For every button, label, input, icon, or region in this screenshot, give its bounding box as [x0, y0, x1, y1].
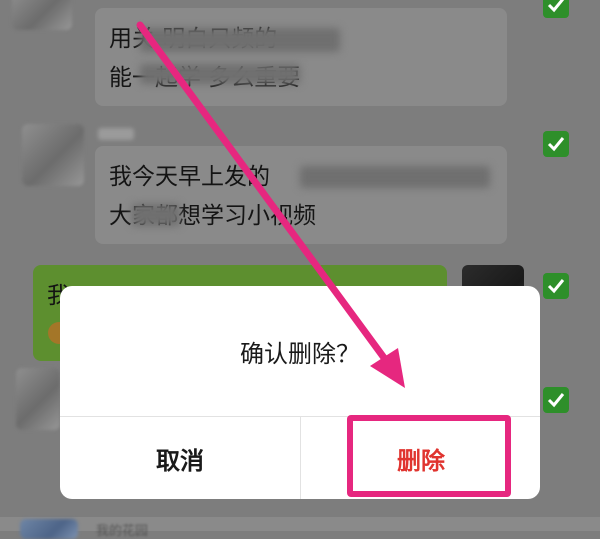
sender-name: 我的花园 — [96, 524, 149, 539]
cancel-button[interactable]: 取消 — [60, 417, 300, 499]
checkbox-checked-icon[interactable] — [543, 131, 569, 157]
redacted-text — [132, 204, 180, 226]
checkbox-checked-icon[interactable] — [543, 0, 569, 18]
message-bubble[interactable]: 用关 明白只频的 能一起学 多么重要 — [95, 8, 507, 106]
sender-avatar[interactable] — [20, 519, 78, 539]
checkbox-checked-icon[interactable] — [543, 273, 569, 299]
sender-name — [98, 128, 134, 140]
redacted-text — [140, 28, 340, 52]
redacted-text — [300, 166, 490, 188]
delete-button[interactable]: 删除 — [301, 417, 540, 499]
dialog-message: 确认删除？ — [240, 339, 360, 368]
redacted-text — [140, 64, 300, 84]
confirm-delete-dialog: 确认删除？ 取消 删除 — [60, 286, 540, 499]
checkbox-checked-icon[interactable] — [543, 387, 569, 413]
sender-avatar[interactable] — [22, 124, 84, 186]
sender-avatar[interactable] — [12, 0, 72, 30]
message-bubble[interactable]: 我今天早上发的 大家都想学习小视频 — [95, 146, 507, 244]
sender-avatar[interactable] — [16, 368, 60, 430]
next-message-strip — [0, 517, 600, 531]
